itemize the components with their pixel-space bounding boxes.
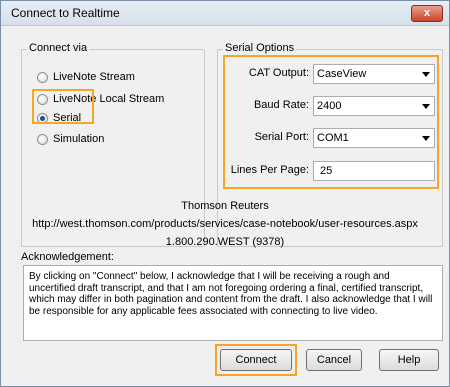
window-title: Connect to Realtime	[11, 6, 120, 20]
radio-button[interactable]	[37, 93, 48, 105]
chevron-down-icon[interactable]	[422, 136, 430, 141]
serial-port-select[interactable]: COM1	[313, 128, 435, 148]
radio-label: LiveNote Local Stream	[53, 93, 165, 105]
vendor-name: Thomson Reuters	[181, 200, 269, 212]
radio-button[interactable]	[37, 71, 48, 83]
radio-livenote-local-stream[interactable]: LiveNote Local Stream	[37, 91, 164, 107]
chevron-down-icon[interactable]	[422, 72, 430, 77]
radio-button-checked[interactable]	[37, 112, 48, 124]
lines-per-page-input[interactable]: 25	[313, 161, 435, 181]
vendor-url[interactable]: http://west.thomson.com/products/service…	[1, 218, 449, 230]
baud-rate-value: 2400	[317, 100, 342, 112]
lines-per-page-value: 25	[320, 165, 333, 177]
close-icon: x	[423, 7, 431, 19]
radio-livenote-stream[interactable]: LiveNote Stream	[37, 69, 135, 85]
lines-per-page-label: Lines Per Page:	[230, 164, 309, 176]
chevron-down-icon[interactable]	[422, 104, 430, 109]
serial-options-legend: Serial Options	[223, 42, 297, 54]
vendor-phone: 1.800.290.WEST (9378)	[165, 236, 285, 248]
serial-port-value: COM1	[317, 132, 349, 144]
help-button[interactable]: Help	[379, 349, 439, 371]
cancel-button[interactable]: Cancel	[306, 349, 362, 371]
connect-label: Connect	[235, 354, 277, 366]
acknowledgement-box[interactable]: By clicking on "Connect" below, I acknow…	[23, 265, 443, 341]
baud-rate-select[interactable]: 2400	[313, 96, 435, 116]
connect-dialog: Connect to Realtime x Connect via LiveNo…	[0, 0, 450, 387]
connect-via-legend: Connect via	[27, 42, 90, 54]
cat-output-label: CAT Output:	[248, 67, 309, 79]
close-button[interactable]: x	[411, 5, 443, 22]
acknowledgement-label: Acknowledgement:	[21, 251, 114, 263]
radio-label: Simulation	[53, 133, 105, 145]
radio-serial[interactable]: Serial	[37, 110, 81, 126]
cancel-label: Cancel	[316, 354, 352, 366]
radio-label: LiveNote Stream	[53, 71, 135, 83]
cat-output-select[interactable]: CaseView	[313, 64, 435, 84]
connect-button[interactable]: Connect	[220, 349, 292, 371]
title-bar[interactable]: Connect to Realtime x	[1, 1, 449, 26]
help-label: Help	[397, 354, 421, 366]
cat-output-value: CaseView	[317, 68, 367, 80]
radio-label: Serial	[53, 112, 82, 124]
radio-simulation[interactable]: Simulation	[37, 131, 104, 147]
serial-port-label: Serial Port:	[254, 131, 309, 143]
acknowledgement-text: By clicking on "Connect" below, I acknow…	[29, 271, 433, 317]
baud-rate-label: Baud Rate:	[253, 99, 309, 111]
radio-button[interactable]	[37, 133, 48, 145]
